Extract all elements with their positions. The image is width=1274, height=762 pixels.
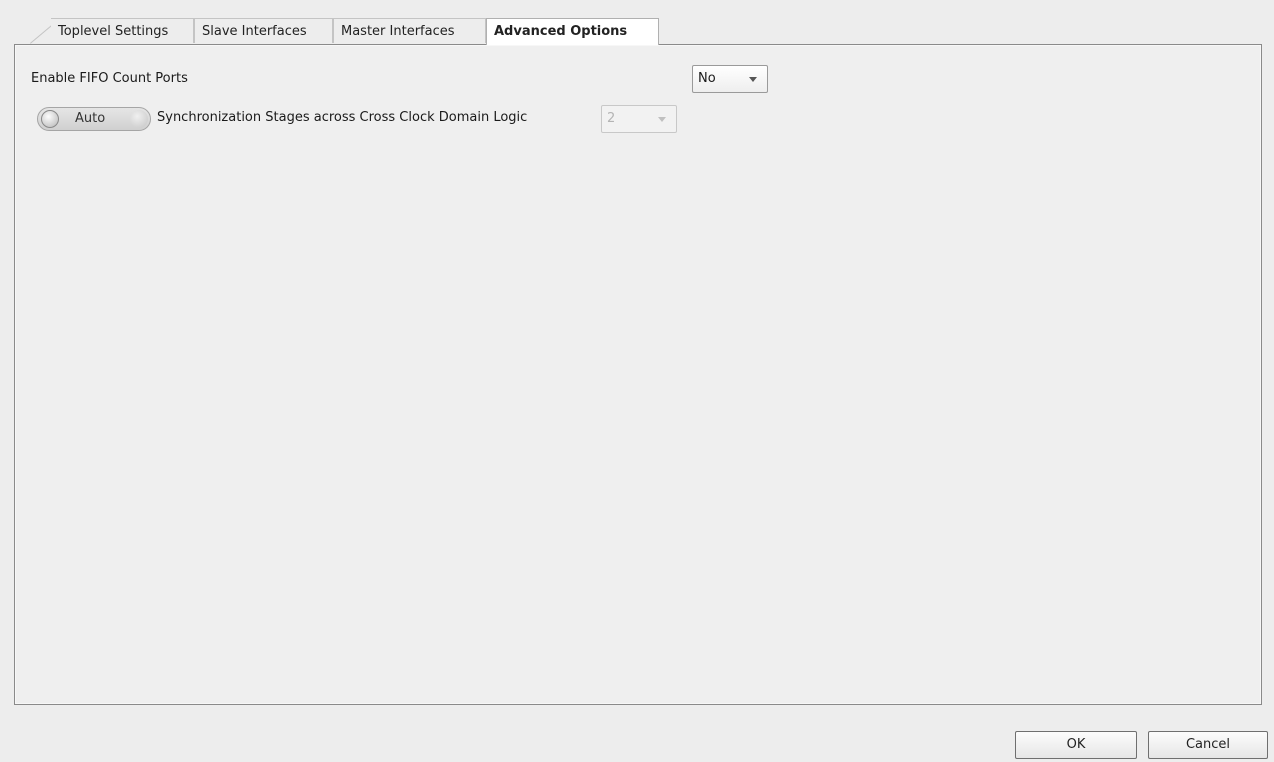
cancel-button[interactable]: Cancel bbox=[1148, 731, 1268, 759]
chevron-down-icon bbox=[749, 77, 757, 82]
auto-toggle[interactable]: Auto bbox=[37, 107, 151, 131]
tab-label: Slave Interfaces bbox=[202, 24, 307, 39]
tab-toplevel-settings[interactable]: Toplevel Settings bbox=[51, 18, 194, 43]
tab-label: Advanced Options bbox=[494, 24, 628, 39]
sync-stages-select[interactable]: 2 bbox=[601, 105, 677, 133]
toggle-knob-icon bbox=[41, 110, 59, 128]
tab-slave-interfaces[interactable]: Slave Interfaces bbox=[194, 18, 333, 43]
ok-button[interactable]: OK bbox=[1015, 731, 1137, 759]
fifo-count-value: No bbox=[698, 71, 716, 86]
tab-label: Toplevel Settings bbox=[58, 24, 169, 39]
tab-advanced-options[interactable]: Advanced Options bbox=[486, 18, 659, 45]
sync-stages-label: Synchronization Stages across Cross Cloc… bbox=[157, 110, 528, 125]
tab-master-interfaces[interactable]: Master Interfaces bbox=[333, 18, 486, 43]
fifo-count-label: Enable FIFO Count Ports bbox=[31, 71, 188, 86]
sync-stages-value: 2 bbox=[607, 111, 616, 126]
fifo-count-select[interactable]: No bbox=[692, 65, 768, 93]
auto-toggle-label: Auto bbox=[75, 111, 106, 126]
toggle-end-icon bbox=[130, 110, 148, 128]
chevron-down-icon bbox=[658, 117, 666, 122]
ok-button-label: OK bbox=[1066, 737, 1086, 752]
cancel-button-label: Cancel bbox=[1185, 737, 1231, 752]
tab-label: Master Interfaces bbox=[341, 24, 455, 39]
advanced-options-panel: Enable FIFO Count Ports No Auto Synchron… bbox=[14, 44, 1262, 705]
